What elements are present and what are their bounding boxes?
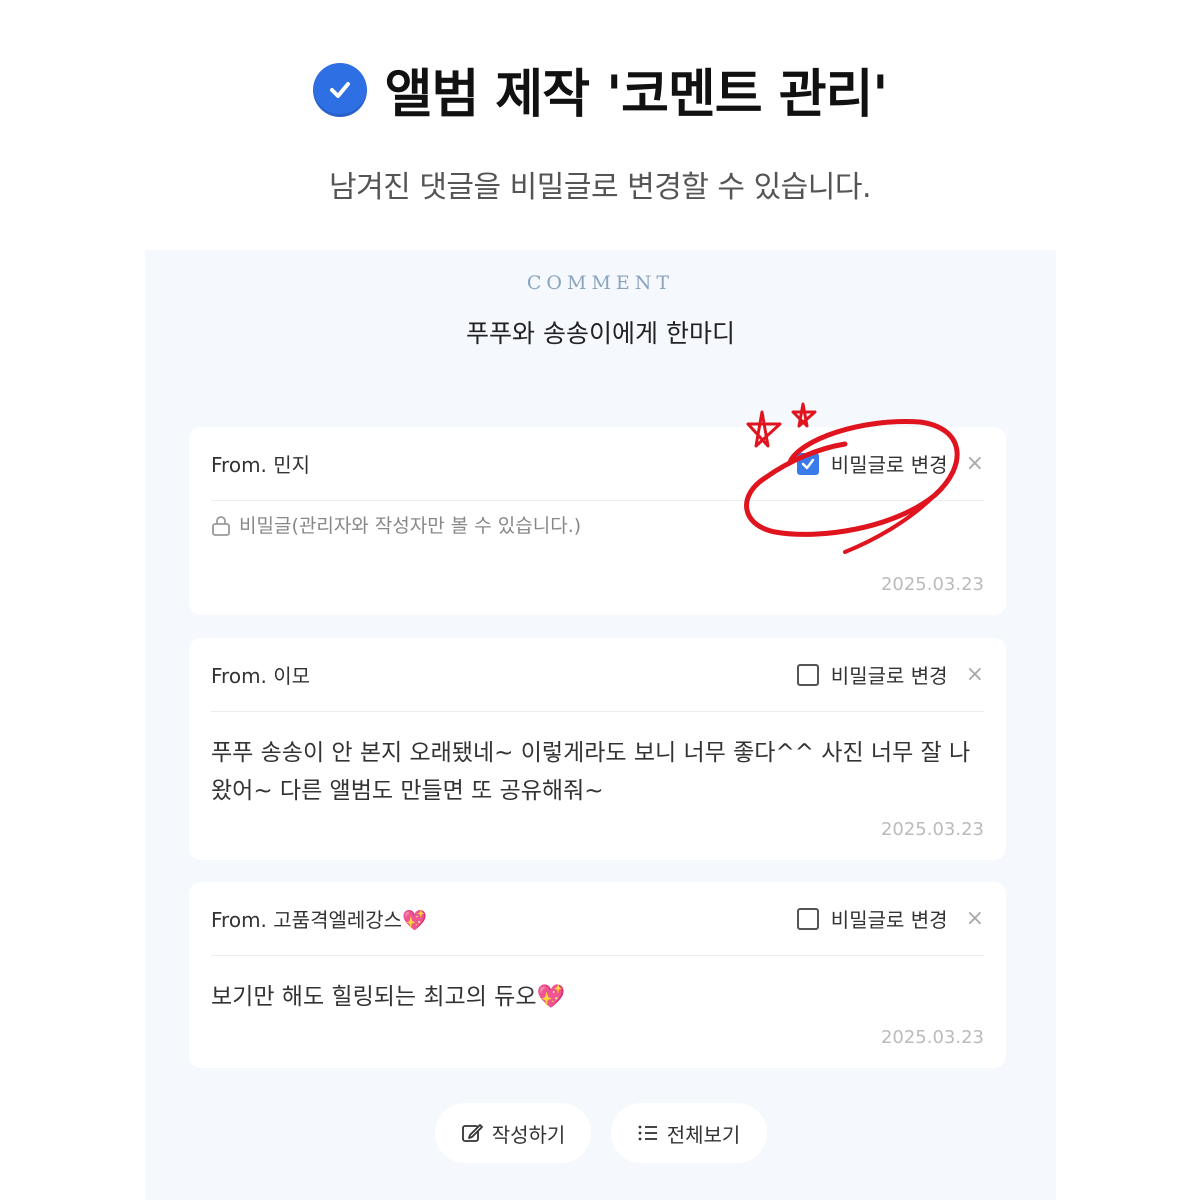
comment-author: From. 고품격엘레강스💖 [211,904,427,933]
close-icon[interactable]: × [966,906,984,931]
comment-card: From. 이모 비밀글로 변경 × 푸푸 송송이 안 본지 오래됐네~ 이렇게… [189,638,1006,860]
action-buttons: 작성하기 전체보기 [145,1103,1056,1163]
comment-date: 2025.03.23 [880,819,984,840]
close-icon[interactable]: × [966,451,984,476]
lock-icon [212,516,230,536]
write-button[interactable]: 작성하기 [434,1103,591,1163]
heart-icon: 💖 [536,984,566,1010]
comment-card-header: From. 이모 비밀글로 변경 × [211,638,984,712]
heart-icon: 💖 [402,908,427,932]
section-eyebrow: COMMENT [526,272,675,294]
secret-checkbox[interactable] [796,452,819,475]
comment-date: 2025.03.23 [880,1027,984,1048]
secret-checkbox[interactable] [796,907,819,930]
comment-author: From. 민지 [211,453,311,477]
page-title: 앨범 제작 '코멘트 관리' [384,65,889,125]
comment-card-header: From. 민지 비밀글로 변경 × [211,427,984,501]
list-icon [638,1125,657,1141]
secret-notice-text: 비밀글(관리자와 작성자만 볼 수 있습니다.) [239,515,582,537]
secret-checkbox[interactable] [796,663,819,686]
comment-body: 비밀글(관리자와 작성자만 볼 수 있습니다.) [211,513,984,539]
view-all-button-label: 전체보기 [666,1122,741,1147]
page-header: 앨범 제작 '코멘트 관리' [0,52,1200,127]
comment-actions: 비밀글로 변경 × [796,449,984,478]
comment-author: From. 이모 [211,664,311,688]
comment-body: 푸푸 송송이 안 본지 오래됐네~ 이렇게라도 보니 너무 좋다^^ 사진 너무… [211,740,971,804]
comment-body-text: 보기만 해도 힐링되는 최고의 듀오 [211,984,537,1010]
secret-toggle-label[interactable]: 비밀글로 변경 [831,660,948,689]
edit-icon [461,1124,483,1142]
comment-body: 보기만 해도 힐링되는 최고의 듀오💖 [211,978,984,1016]
comment-actions: 비밀글로 변경 × [796,904,984,933]
secret-toggle-label[interactable]: 비밀글로 변경 [831,904,948,933]
secret-toggle-label[interactable]: 비밀글로 변경 [831,449,948,478]
comment-card: From. 민지 비밀글로 변경 × 비밀글(관리자와 작성자만 볼 수 있습니… [189,427,1006,615]
comment-author-name: From. 고품격엘레강스 [211,908,403,932]
write-button-label: 작성하기 [491,1122,566,1147]
comment-card-header: From. 고품격엘레강스💖 비밀글로 변경 × [211,882,984,956]
check-icon [801,458,814,469]
comment-panel: COMMENT 푸푸와 송송이에게 한마디 From. 민지 비밀글로 변경 ×… [145,250,1056,1200]
view-all-button[interactable]: 전체보기 [610,1103,767,1163]
section-title: 푸푸와 송송이에게 한마디 [466,319,735,348]
comment-card: From. 고품격엘레강스💖 비밀글로 변경 × 보기만 해도 힐링되는 최고의… [189,882,1006,1068]
secret-notice: 비밀글(관리자와 작성자만 볼 수 있습니다.) [211,513,984,539]
close-icon[interactable]: × [966,662,984,687]
check-badge-icon [312,62,367,117]
comment-actions: 비밀글로 변경 × [796,660,984,689]
page-subtitle: 남겨진 댓글을 비밀글로 변경할 수 있습니다. [328,170,872,205]
comment-date: 2025.03.23 [880,574,984,595]
